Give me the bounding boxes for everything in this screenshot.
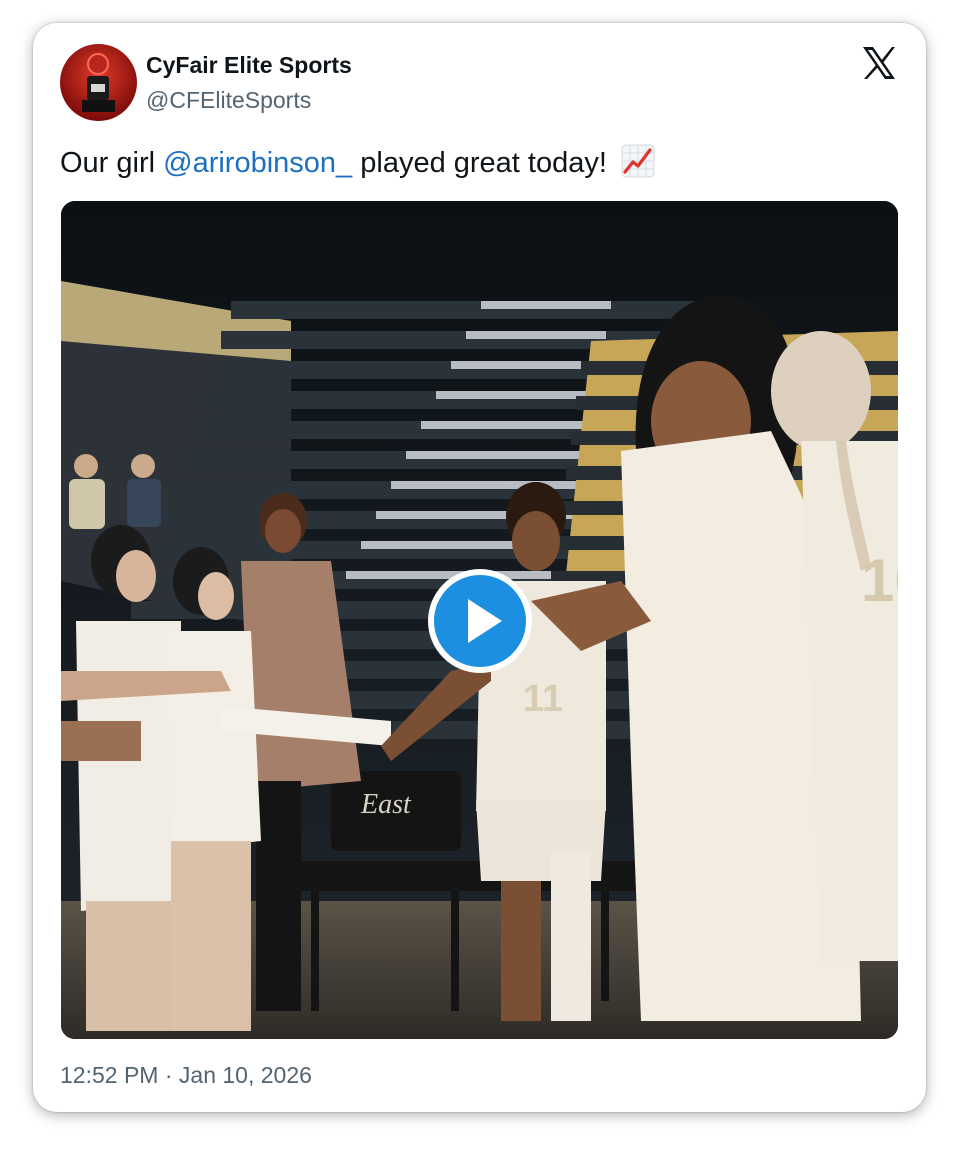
tweet-date[interactable]: Jan 10, 2026 [179,1062,312,1088]
tweet-card[interactable]: CyFair Elite Sports @CFEliteSports Our g… [33,23,926,1112]
author-handle[interactable]: @CFEliteSports [146,87,311,114]
tweet-text: Our girl @arirobinson_ played great toda… [60,144,655,186]
svg-text:11: 11 [523,678,563,720]
avatar[interactable] [60,44,137,121]
tweet-text-before: Our girl [60,147,164,179]
author-name[interactable]: CyFair Elite Sports [146,52,352,79]
chart-increasing-emoji-icon [621,144,655,186]
play-icon [428,569,532,673]
svg-text:10: 10 [861,547,898,614]
chair-text: East [360,789,412,820]
tweet-time[interactable]: 12:52 PM [60,1062,158,1088]
play-button[interactable] [426,567,534,675]
x-logo-icon[interactable] [861,45,897,81]
timestamp-separator: · [164,1062,173,1088]
mention-link[interactable]: @arirobinson_ [163,147,352,179]
tweet-text-after: played great today! [352,147,607,179]
video-media[interactable]: 11 10 East [61,201,898,1039]
timestamp[interactable]: 12:52 PM · Jan 10, 2026 [60,1062,312,1089]
